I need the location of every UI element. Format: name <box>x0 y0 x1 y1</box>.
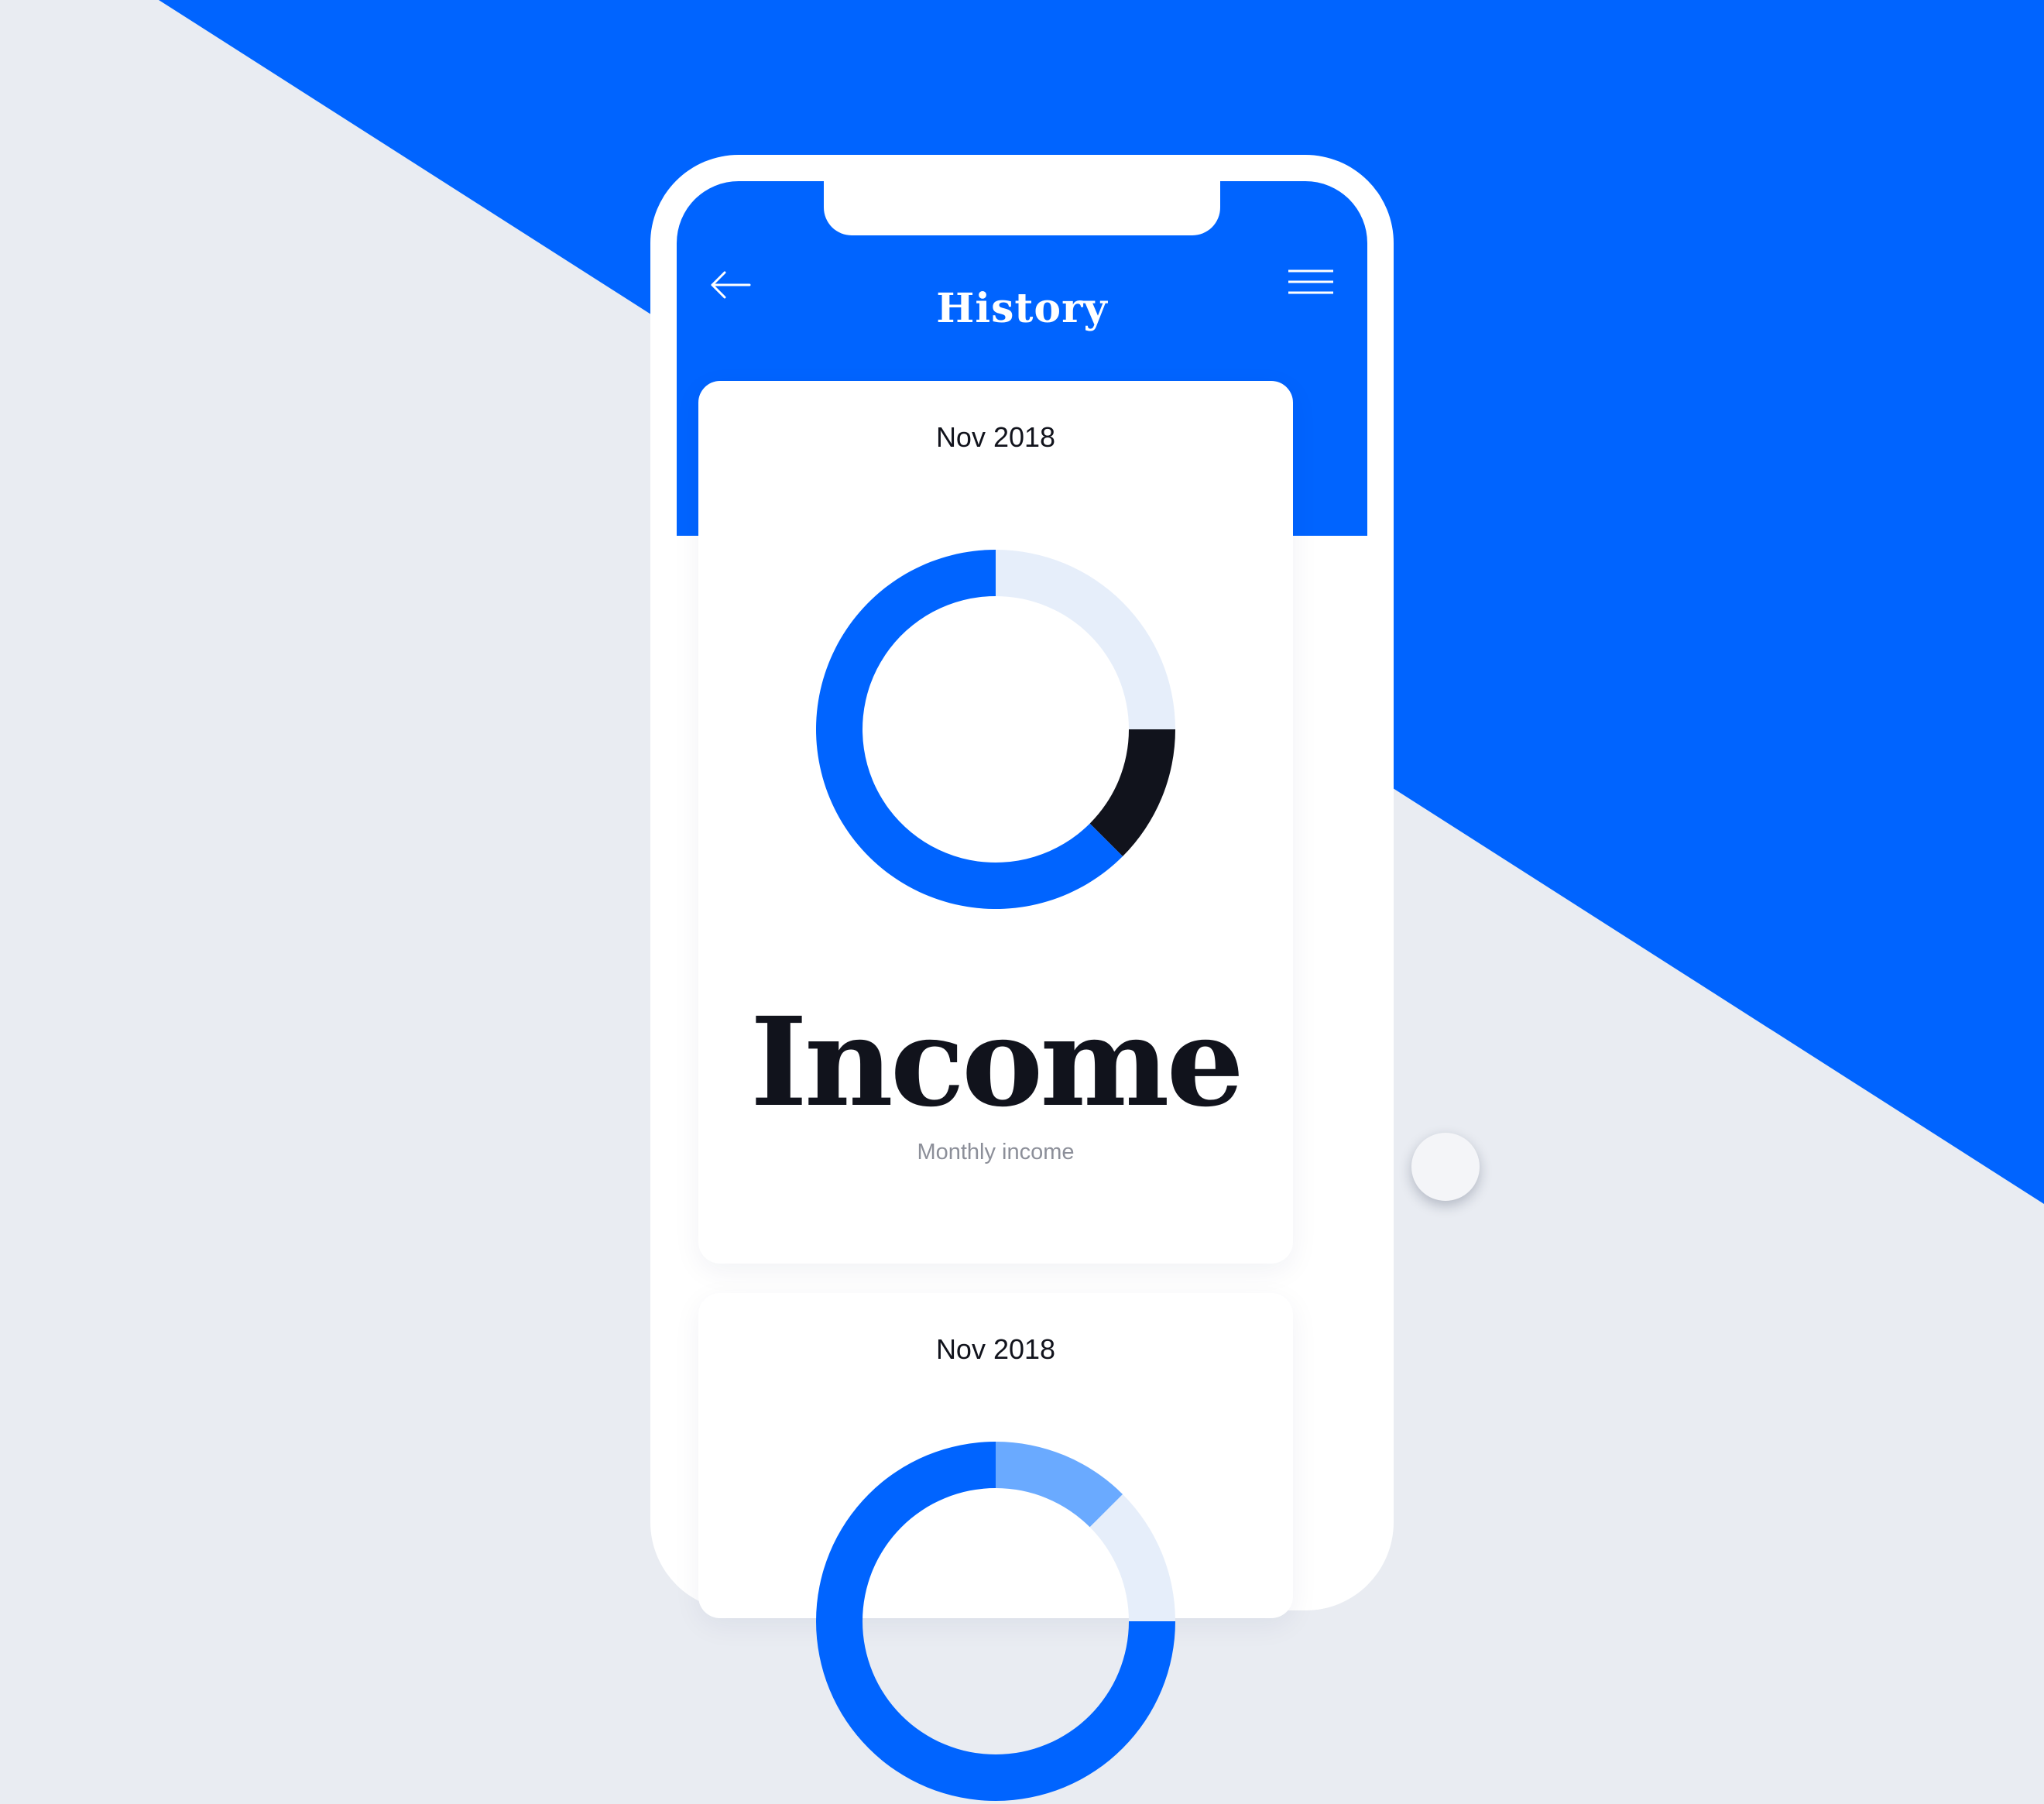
income-donut-chart <box>816 550 1175 909</box>
history-card[interactable]: Nov 2018 <box>698 1293 1293 1801</box>
card-date: Nov 2018 <box>935 1333 1056 1365</box>
floating-scroll-handle[interactable] <box>1411 1133 1480 1201</box>
nav-bar: History <box>677 243 1367 352</box>
history-card[interactable]: Nov 2018 Income Monthly income <box>698 381 1293 1264</box>
card-title: Income <box>749 991 1244 1134</box>
hamburger-menu-icon <box>1288 269 1333 294</box>
page-title: History <box>936 285 1108 332</box>
card-subtitle: Monthly income <box>917 1140 1075 1164</box>
menu-button[interactable] <box>1284 259 1339 305</box>
phone-notch <box>824 181 1220 235</box>
donut-segment-1 <box>996 550 1175 729</box>
donut-chart <box>816 1442 1175 1801</box>
card-date: Nov 2018 <box>935 421 1056 453</box>
